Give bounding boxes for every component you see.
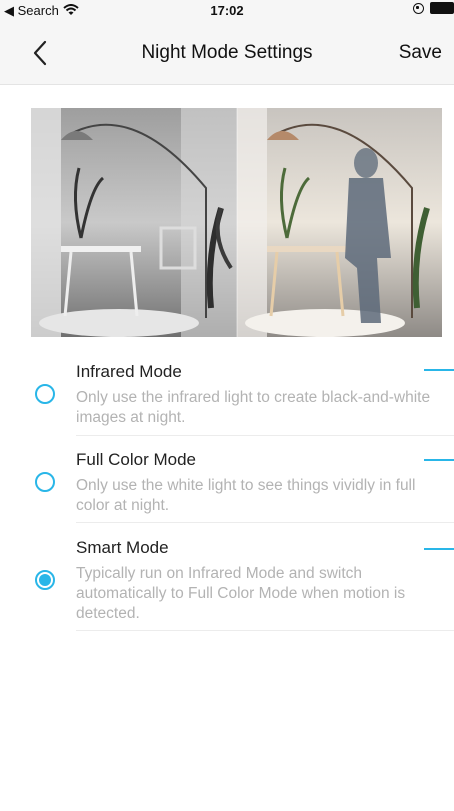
option-description: Only use the infrared light to create bl… — [76, 389, 431, 426]
save-button[interactable]: Save — [399, 42, 442, 64]
option-description: Typically run on Infrared Mode and switc… — [76, 565, 406, 622]
divider — [76, 522, 454, 523]
accent-line — [424, 548, 454, 550]
infrared-mode-radio[interactable] — [35, 384, 55, 404]
status-bar: ◀ Search 17:02 — [0, 0, 454, 22]
full-color-mode-radio[interactable] — [35, 472, 55, 492]
status-indicators — [413, 2, 454, 14]
option-description: Only use the white light to see things v… — [76, 477, 416, 514]
option-title: Infrared Mode — [76, 362, 182, 381]
night-mode-preview-image — [31, 108, 442, 337]
smart-mode-radio[interactable] — [35, 570, 55, 590]
status-time: 17:02 — [210, 3, 244, 18]
nav-bar: Night Mode Settings Save — [0, 22, 454, 85]
accent-line — [424, 459, 454, 461]
accent-line — [424, 369, 454, 371]
battery-icon — [430, 2, 454, 14]
divider — [76, 435, 454, 436]
option-title: Full Color Mode — [76, 450, 196, 469]
option-title: Smart Mode — [76, 538, 169, 557]
orientation-lock-icon — [413, 2, 424, 14]
divider — [76, 630, 454, 631]
page-title: Night Mode Settings — [141, 42, 313, 63]
